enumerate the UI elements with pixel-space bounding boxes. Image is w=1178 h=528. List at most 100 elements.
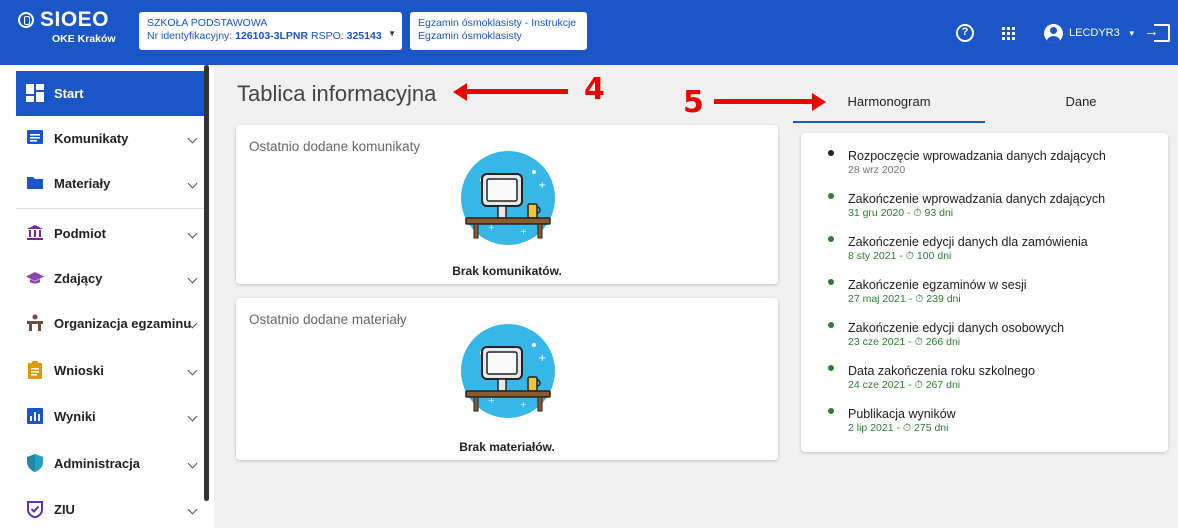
app-logo[interactable]: SIOEO OKE Kraków <box>18 8 128 58</box>
bullet-icon <box>828 279 834 285</box>
tab-bar: Harmonogram Dane <box>793 84 1178 124</box>
tab-indicator <box>793 121 985 123</box>
top-app-bar: SIOEO OKE Kraków SZKOŁA PODSTAWOWA Nr id… <box>0 0 1178 65</box>
schedule-title: Rozpoczęcie wprowadzania danych zdającyc… <box>848 149 1106 163</box>
chevron-down-icon <box>187 178 198 189</box>
bullet-icon <box>828 408 834 414</box>
sidebar: Start Komunikaty Materiały Podmiot Zdają… <box>0 65 214 528</box>
schedule-date: 8 sty 2021 - ⏱ 100 dni <box>848 250 952 262</box>
list-item: Zakończenie edycji danych osobowych 23 c… <box>801 312 1168 352</box>
materials-card: Ostatnio dodane materiały + + + Brak mat… <box>236 298 778 460</box>
chevron-down-icon: ▼ <box>388 29 396 38</box>
timer-icon: ⏱ <box>902 422 912 434</box>
message-icon <box>26 129 44 147</box>
timer-icon: ⏱ <box>913 207 922 219</box>
logo-icon <box>18 12 34 28</box>
sidebar-item-label: Wnioski <box>54 362 104 378</box>
id-value: 126103-3LPNR <box>235 30 309 42</box>
bullet-icon <box>828 150 834 156</box>
list-item: Publikacja wyników 2 lip 2021 - ⏱ 275 dn… <box>801 398 1168 438</box>
schedule-date: 24 cze 2021 - ⏱ 267 dni <box>848 379 961 391</box>
chevron-down-icon <box>187 133 198 144</box>
sidebar-item-label: ZIU <box>54 501 75 517</box>
sidebar-item-wnioski[interactable]: Wnioski <box>16 348 204 393</box>
sidebar-scrollbar[interactable] <box>204 65 209 501</box>
empty-state-text: Brak materiałów. <box>459 440 555 454</box>
list-item: Data zakończenia roku szkolnego 24 cze 2… <box>801 355 1168 395</box>
sidebar-item-label: Zdający <box>54 270 103 286</box>
shield-icon <box>26 454 44 472</box>
sidebar-item-label: Komunikaty <box>54 130 129 146</box>
org-name: OKE Kraków <box>52 33 116 45</box>
annotation-number-5: 5 <box>683 85 704 120</box>
sidebar-item-materialy[interactable]: Materiały <box>16 161 204 206</box>
exam-selector[interactable]: Egzamin ósmoklasisty - Instrukcje Egzami… <box>410 12 587 50</box>
schedule-title: Zakończenie wprowadzania danych zdającyc… <box>848 192 1106 206</box>
messages-card: Ostatnio dodane komunikaty + + + Brak ko… <box>236 125 778 284</box>
clipboard-icon <box>26 361 44 379</box>
user-menu-button[interactable]: LECDYR3 ▼ <box>1044 23 1136 43</box>
bullet-icon <box>828 365 834 371</box>
sidebar-item-organizacja[interactable]: Organizacja egzaminu <box>16 301 204 346</box>
dashboard-icon <box>26 84 44 102</box>
school-type: SZKOŁA PODSTAWOWA <box>147 17 268 29</box>
rspo-value: 325143 <box>346 30 382 42</box>
chevron-down-icon <box>187 365 198 376</box>
schedule-title: Zakończenie edycji danych dla zamówienia <box>848 235 1088 249</box>
svg-text:+: + <box>538 353 546 364</box>
sidebar-item-podmiot[interactable]: Podmiot <box>16 211 204 256</box>
exam-line1: Egzamin ósmoklasisty - Instrukcje <box>418 17 577 29</box>
chevron-down-icon <box>187 228 198 239</box>
svg-text:+: + <box>520 227 527 236</box>
apps-icon[interactable] <box>1002 27 1015 40</box>
schedule-date: 2 lip 2021 - ⏱ 275 dni <box>848 422 949 434</box>
schedule-title: Zakończenie edycji danych osobowych <box>848 321 1065 335</box>
list-item: Zakończenie egzaminów w sesji 27 maj 202… <box>801 269 1168 309</box>
bullet-icon <box>828 236 834 242</box>
institution-icon <box>26 224 44 242</box>
desk-icon <box>26 314 44 332</box>
card-title: Ostatnio dodane materiały <box>249 312 407 327</box>
sidebar-item-administracja[interactable]: Administracja <box>16 441 204 486</box>
sidebar-item-label: Organizacja egzaminu <box>54 315 192 331</box>
bullet-icon <box>828 193 834 199</box>
bullet-icon <box>828 322 834 328</box>
chevron-down-icon <box>187 273 198 284</box>
tab-harmonogram[interactable]: Harmonogram <box>793 84 985 122</box>
svg-text:+: + <box>520 400 527 409</box>
sidebar-item-ziu[interactable]: ZIU <box>16 487 204 528</box>
empty-desk-illustration: + + + <box>461 151 555 245</box>
annotation-number-4: 4 <box>584 72 605 107</box>
sidebar-item-label: Materiały <box>54 175 111 191</box>
sidebar-item-zdajacy[interactable]: Zdający <box>16 256 204 301</box>
graduation-cap-icon <box>26 269 44 287</box>
timer-icon: ⏱ <box>914 336 923 348</box>
school-selector[interactable]: SZKOŁA PODSTAWOWA Nr identyfikacyjny: 12… <box>139 12 402 50</box>
schedule-date: 23 cze 2021 - ⏱ 266 dni <box>848 336 961 348</box>
timer-icon: ⏱ <box>905 250 914 262</box>
list-item: Rozpoczęcie wprowadzania danych zdającyc… <box>801 140 1168 180</box>
sidebar-item-label: Wyniki <box>54 408 96 424</box>
chevron-down-icon <box>187 411 198 422</box>
schedule-title: Zakończenie egzaminów w sesji <box>848 278 1027 292</box>
card-title: Ostatnio dodane komunikaty <box>249 139 421 154</box>
sidebar-item-label: Administracja <box>54 455 140 471</box>
annotation-arrow-left <box>453 82 568 101</box>
sidebar-item-komunikaty[interactable]: Komunikaty <box>16 116 204 161</box>
chevron-down-icon <box>187 504 198 515</box>
help-icon[interactable]: ? <box>956 24 974 42</box>
sidebar-divider <box>16 208 204 209</box>
schedule-title: Publikacja wyników <box>848 407 956 421</box>
sidebar-item-label: Podmiot <box>54 225 106 241</box>
sidebar-item-wyniki[interactable]: Wyniki <box>16 394 204 439</box>
logout-icon[interactable] <box>1144 23 1170 42</box>
timer-icon: ⏱ <box>915 293 924 305</box>
badge-check-icon <box>26 500 44 519</box>
sidebar-item-start[interactable]: Start <box>16 71 204 116</box>
empty-state-text: Brak komunikatów. <box>452 264 562 278</box>
list-item: Zakończenie wprowadzania danych zdającyc… <box>801 183 1168 223</box>
tab-dane[interactable]: Dane <box>985 84 1177 122</box>
page-title: Tablica informacyjna <box>237 81 437 106</box>
svg-text:+: + <box>538 180 546 191</box>
list-item: Zakończenie edycji danych dla zamówienia… <box>801 226 1168 266</box>
